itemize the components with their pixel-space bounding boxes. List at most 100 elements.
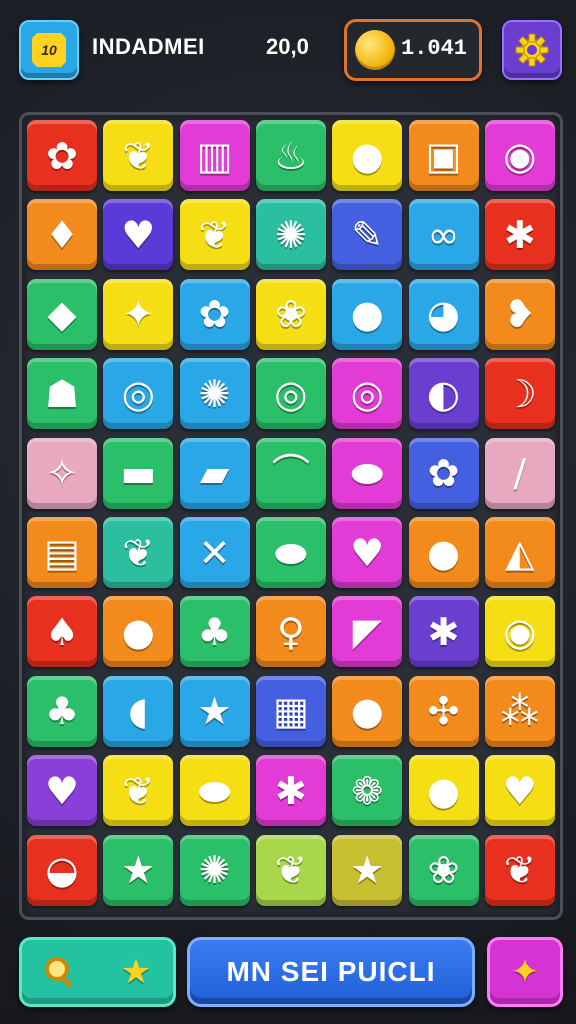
board-tile[interactable]: ❥ — [484, 278, 555, 350]
apple-icon: ● — [350, 292, 384, 337]
bandage-icon: ✕ — [198, 530, 231, 575]
hint-button[interactable]: ✦ — [487, 937, 563, 1007]
maple-leaf-icon: ✱ — [503, 212, 536, 257]
donut-icon: ◎ — [274, 371, 308, 416]
board-tile[interactable]: ✧ — [27, 437, 97, 509]
board-tile[interactable]: ● — [332, 278, 403, 350]
star-icon[interactable]: ★ — [116, 952, 156, 992]
board-tile[interactable]: ⌒ — [255, 437, 326, 509]
board-tile[interactable]: ✱ — [484, 199, 555, 271]
board-tile[interactable]: ❦ — [484, 834, 555, 906]
board-tile[interactable]: ⬬ — [332, 437, 403, 509]
board-tile[interactable]: ✿ — [27, 120, 97, 191]
board-tile[interactable]: ❦ — [179, 199, 250, 271]
board-tile[interactable]: ✺ — [179, 358, 250, 430]
board-tile[interactable]: ★ — [332, 834, 403, 906]
board-tile[interactable]: ❦ — [103, 755, 174, 827]
board-tile[interactable]: ★ — [179, 675, 250, 747]
board-tile[interactable]: ⬬ — [255, 517, 326, 588]
board-tile[interactable]: ● — [103, 596, 174, 668]
board-tile[interactable]: ◎ — [255, 358, 326, 430]
mirror-icon: ◐ — [426, 371, 461, 416]
leaf-icon: ❦ — [198, 212, 231, 257]
board-tile[interactable]: ● — [408, 755, 479, 827]
board-tile[interactable]: ❦ — [103, 120, 174, 191]
board-tile[interactable]: ☗ — [27, 358, 97, 430]
level-button[interactable]: 10 — [19, 20, 79, 80]
board-tile[interactable]: ✎ — [332, 199, 403, 271]
board-tile[interactable]: ▦ — [255, 675, 326, 747]
board-tile[interactable]: ♦ — [27, 199, 97, 271]
board-tile[interactable]: ★ — [103, 834, 174, 906]
board-tile[interactable]: ✿ — [408, 437, 479, 509]
heart-icon: ♥ — [350, 530, 385, 575]
board-tile[interactable]: ● — [332, 675, 403, 747]
board-tile[interactable]: ◎ — [332, 358, 403, 430]
board-tile[interactable]: ✺ — [179, 834, 250, 906]
board-tile[interactable]: ◕ — [408, 278, 479, 350]
board-tile[interactable]: ⁂ — [484, 675, 555, 747]
board-tile[interactable]: ♥ — [484, 755, 555, 827]
egg-icon: ✿ — [427, 451, 460, 496]
board-tile[interactable]: ◭ — [484, 517, 555, 588]
board-tile[interactable]: ◎ — [103, 358, 174, 430]
board-tile[interactable]: ⬬ — [179, 755, 250, 827]
tools-bar: ★ — [19, 937, 176, 1007]
board-tile[interactable]: ♣ — [179, 596, 250, 668]
cracker-icon: ▦ — [272, 689, 309, 734]
mango-icon: ◖ — [128, 689, 149, 734]
coin-counter[interactable]: 1.041 — [344, 19, 482, 81]
leaf-icon: ❦ — [122, 133, 155, 178]
board-tile[interactable]: ✦ — [103, 278, 174, 350]
board-tile[interactable]: ◐ — [408, 358, 479, 430]
board-tile[interactable]: ✱ — [255, 755, 326, 827]
board-tile[interactable]: ♥ — [27, 755, 97, 827]
board-tile[interactable]: ▤ — [27, 517, 97, 588]
board-tile[interactable]: ♥ — [332, 517, 403, 588]
board-tile[interactable]: ♨ — [255, 120, 326, 191]
board-tile[interactable]: ❦ — [103, 517, 174, 588]
candy-icon: ◎ — [121, 371, 155, 416]
board-tile[interactable]: ♠ — [27, 596, 97, 668]
board-tile[interactable]: ✱ — [408, 596, 479, 668]
sprout-icon: ♣ — [44, 689, 80, 734]
board-tile[interactable]: ♀ — [255, 596, 326, 668]
maple-leaf-icon: ✱ — [427, 609, 460, 654]
flower-icon: ✿ — [198, 292, 231, 337]
board-tile[interactable]: ▬ — [103, 437, 174, 509]
crystal-icon: ◤ — [352, 609, 382, 654]
sunflower-icon: ✺ — [198, 848, 231, 893]
board-tile[interactable]: ∞ — [408, 199, 479, 271]
settings-button[interactable] — [502, 20, 562, 80]
board-tile[interactable]: ▰ — [179, 437, 250, 509]
board-tile[interactable]: ▥ — [179, 120, 250, 191]
board-tile[interactable]: ◒ — [27, 834, 97, 906]
board-tile[interactable]: ◉ — [484, 120, 555, 191]
top-bar: 10 INDADMEI 20,0 1.041 — [0, 0, 576, 100]
board-tile[interactable]: ◆ — [27, 278, 97, 350]
board-tile[interactable]: ❀ — [408, 834, 479, 906]
board-tile[interactable]: ◉ — [484, 596, 555, 668]
board-tile[interactable]: ☽ — [484, 358, 555, 430]
board-tile[interactable]: ◖ — [103, 675, 174, 747]
board-tile[interactable]: ● — [332, 120, 403, 191]
leaf-icon: ❦ — [274, 848, 307, 893]
maple-leaf-icon: ✱ — [274, 768, 307, 813]
board-tile[interactable]: ✿ — [179, 278, 250, 350]
lemon-icon: ◉ — [503, 133, 537, 178]
board-tile[interactable]: ✺ — [255, 199, 326, 271]
search-icon[interactable] — [40, 952, 80, 992]
board-tile[interactable]: ❦ — [255, 834, 326, 906]
board-tile[interactable]: ∕ — [484, 437, 555, 509]
box-icon: ▣ — [425, 133, 462, 178]
board-tile[interactable]: ◤ — [332, 596, 403, 668]
board-tile[interactable]: ✣ — [408, 675, 479, 747]
board-tile[interactable]: ❀ — [255, 278, 326, 350]
main-action-button[interactable]: MN SEI PUICLI — [187, 937, 475, 1007]
board-tile[interactable]: ● — [408, 517, 479, 588]
board-tile[interactable]: ✕ — [179, 517, 250, 588]
board-tile[interactable]: ❁ — [332, 755, 403, 827]
board-tile[interactable]: ♥ — [103, 199, 174, 271]
board-tile[interactable]: ▣ — [408, 120, 479, 191]
board-tile[interactable]: ♣ — [27, 675, 97, 747]
